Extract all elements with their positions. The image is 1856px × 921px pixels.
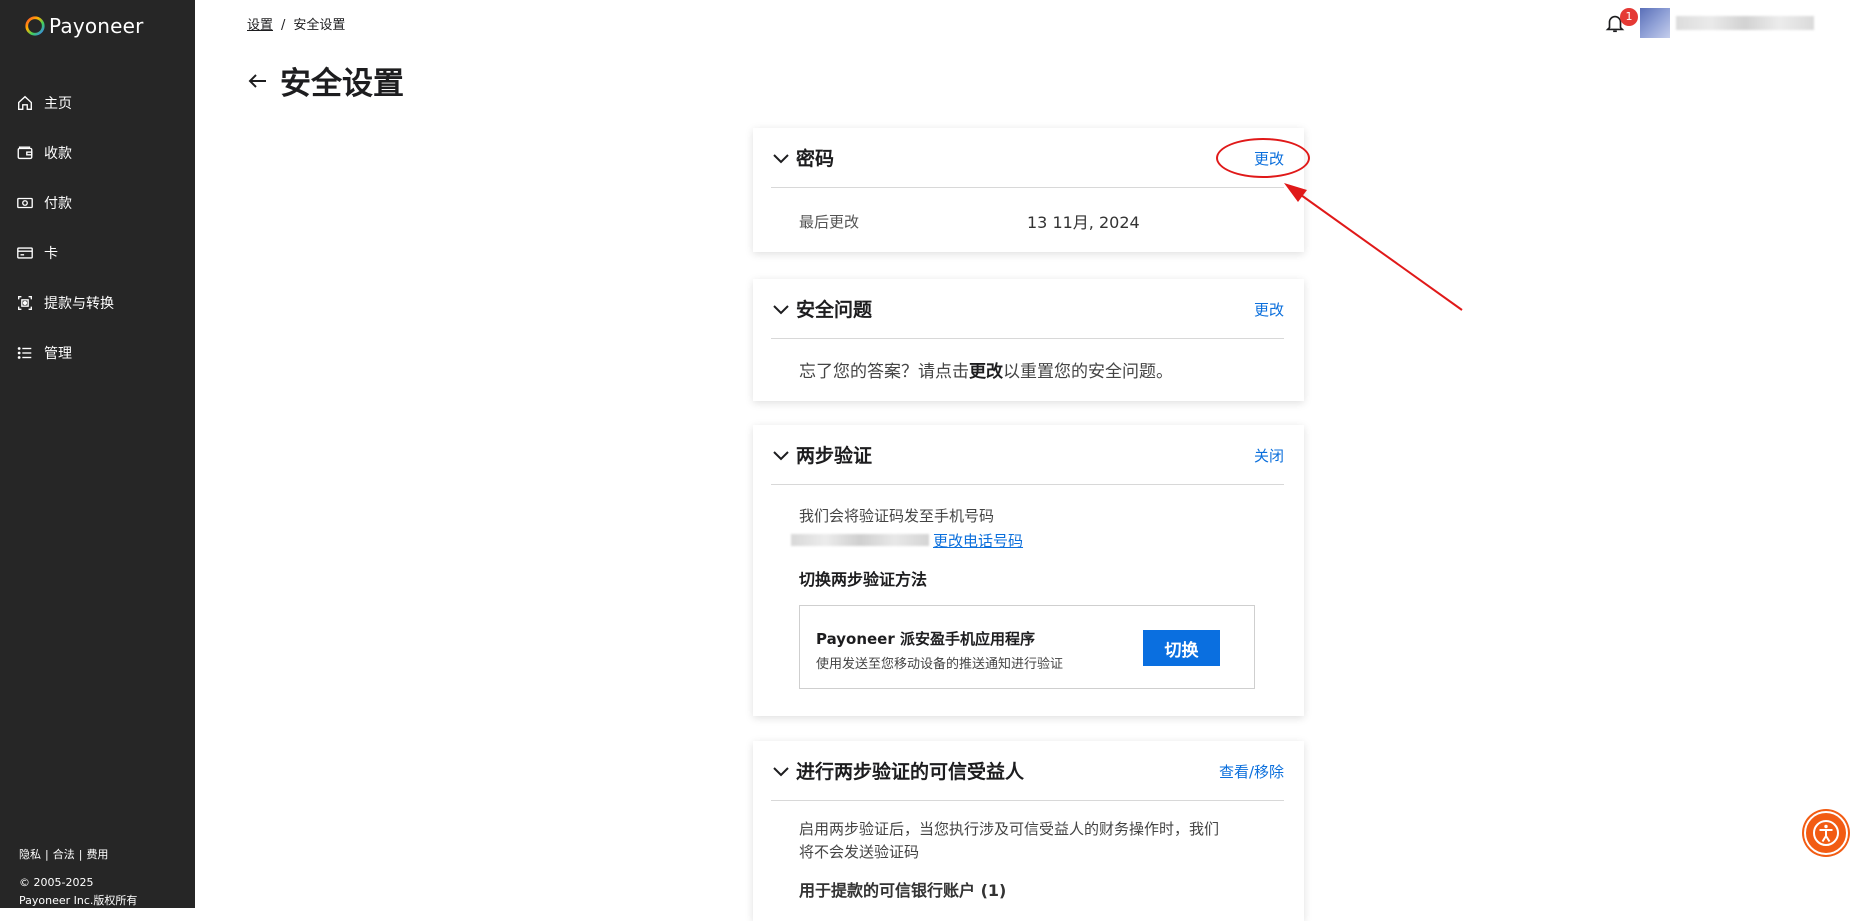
sidebar-item-receive[interactable]: 收款	[0, 128, 195, 178]
security-question-card-header[interactable]: 安全问题 更改	[771, 279, 1284, 339]
withdraw-icon	[18, 296, 32, 310]
sidebar-item-label: 管理	[44, 346, 72, 362]
security-question-change-button[interactable]: 更改	[1254, 299, 1284, 320]
card-icon	[17, 247, 33, 259]
sidebar-item-label: 收款	[44, 146, 72, 162]
sidebar-footer: 隐私 | 合法 | 费用 © 2005-2025 Payoneer Inc.版权所有	[19, 846, 137, 910]
chevron-down-icon	[773, 450, 789, 460]
security-question-card: 安全问题 更改 忘了您的答案？请点击更改以重置您的安全问题。	[753, 279, 1304, 401]
breadcrumb: 设置 / 安全设置	[247, 18, 346, 33]
last-changed-label: 最后更改	[799, 212, 860, 231]
breadcrumb-settings-link[interactable]: 设置	[247, 18, 273, 33]
trusted-title: 进行两步验证的可信受益人	[796, 761, 1025, 783]
trusted-card-header[interactable]: 进行两步验证的可信受益人 查看/移除	[771, 741, 1284, 801]
back-arrow-icon[interactable]	[246, 69, 270, 93]
chevron-down-icon	[773, 304, 789, 314]
password-last-changed-row: 最后更改 13 11月, 2024	[799, 188, 1260, 254]
chevron-down-icon	[773, 153, 789, 163]
password-title: 密码	[796, 148, 835, 170]
switch-method-heading: 切换两步验证方法	[799, 570, 928, 589]
two-step-send-text: 我们会将验证码发至手机号码	[799, 507, 995, 525]
notification-badge: 1	[1620, 8, 1638, 26]
page-title: 安全设置	[280, 66, 404, 102]
password-card: 密码 更改 最后更改 13 11月, 2024	[753, 128, 1304, 252]
phone-number-redacted	[791, 534, 929, 546]
switch-method-button[interactable]: 切换	[1143, 630, 1220, 666]
page-header: 安全设置	[246, 58, 404, 103]
sidebar-item-label: 提款与转换	[44, 296, 114, 312]
sidebar-item-pay[interactable]: 付款	[0, 178, 195, 228]
sidebar-item-label: 卡	[44, 246, 58, 262]
fees-link[interactable]: 费用	[86, 848, 108, 861]
two-step-title: 两步验证	[796, 445, 873, 467]
accessibility-icon	[1813, 820, 1839, 846]
sidebar-item-withdraw[interactable]: 提款与转换	[0, 278, 195, 328]
copyright-years: © 2005-2025	[19, 876, 94, 889]
sidebar-item-label: 付款	[44, 196, 72, 212]
legal-link[interactable]: 合法	[53, 848, 75, 861]
wallet-icon	[17, 146, 33, 160]
payoneer-logo-icon	[25, 16, 45, 36]
method-option-box: Payoneer 派安盈手机应用程序 使用发送至您移动设备的推送通知进行验证 切…	[799, 605, 1255, 689]
trusted-view-remove-button[interactable]: 查看/移除	[1219, 761, 1284, 782]
security-question-title: 安全问题	[796, 299, 873, 321]
avatar[interactable]	[1640, 8, 1670, 38]
sidebar-nav: 主页 收款 付款 卡 提款与转换 管理	[0, 78, 195, 378]
password-card-header[interactable]: 密码 更改	[771, 128, 1284, 188]
notifications-button[interactable]: 1	[1604, 8, 1638, 38]
two-step-card-header[interactable]: 两步验证 关闭	[771, 425, 1284, 485]
privacy-link[interactable]: 隐私	[19, 848, 41, 861]
security-question-hint: 忘了您的答案？请点击更改以重置您的安全问题。	[799, 362, 1173, 382]
last-changed-value: 13 11月, 2024	[1027, 213, 1140, 232]
trusted-beneficiaries-card: 进行两步验证的可信受益人 查看/移除 启用两步验证后，当您执行涉及可信受益人的财…	[753, 741, 1304, 921]
method-subtitle: 使用发送至您移动设备的推送通知进行验证	[816, 657, 1064, 672]
trusted-description: 启用两步验证后，当您执行涉及可信受益人的财务操作时，我们 将不会发送验证码	[799, 820, 1220, 861]
sidebar-item-home[interactable]: 主页	[0, 78, 195, 128]
annotation-ellipse	[1216, 138, 1310, 178]
accessibility-button[interactable]	[1804, 811, 1848, 855]
two-step-card: 两步验证 关闭 我们会将验证码发至手机号码 更改电话号码 切换两步验证方法 Pa…	[753, 425, 1304, 716]
user-menu[interactable]	[1676, 16, 1814, 30]
sidebar-item-manage[interactable]: 管理	[0, 328, 195, 378]
breadcrumb-current: 安全设置	[293, 18, 346, 33]
brand-name: Payoneer	[49, 14, 144, 38]
trusted-bank-heading: 用于提款的可信银行账户 (1)	[799, 881, 1007, 900]
annotation-arrow	[1284, 183, 1463, 311]
payoneer-logo[interactable]: Payoneer	[24, 14, 144, 38]
change-phone-link[interactable]: 更改电话号码	[933, 530, 1023, 551]
footer-links: 隐私 | 合法 | 费用	[19, 848, 109, 861]
phone-row: 更改电话号码	[791, 528, 1260, 552]
sidebar: Payoneer 主页 收款 付款 卡 提款与转换 管理 隐私 | 合法 | 费用	[0, 0, 195, 908]
copyright-company: Payoneer Inc.版权所有	[19, 894, 138, 907]
two-step-disable-button[interactable]: 关闭	[1254, 445, 1284, 466]
sidebar-item-card[interactable]: 卡	[0, 228, 195, 278]
cash-icon	[17, 197, 33, 209]
sidebar-item-label: 主页	[44, 96, 72, 112]
list-icon	[17, 347, 32, 359]
chevron-down-icon	[773, 766, 789, 776]
method-title: Payoneer 派安盈手机应用程序	[816, 630, 1035, 648]
home-icon	[18, 95, 32, 110]
